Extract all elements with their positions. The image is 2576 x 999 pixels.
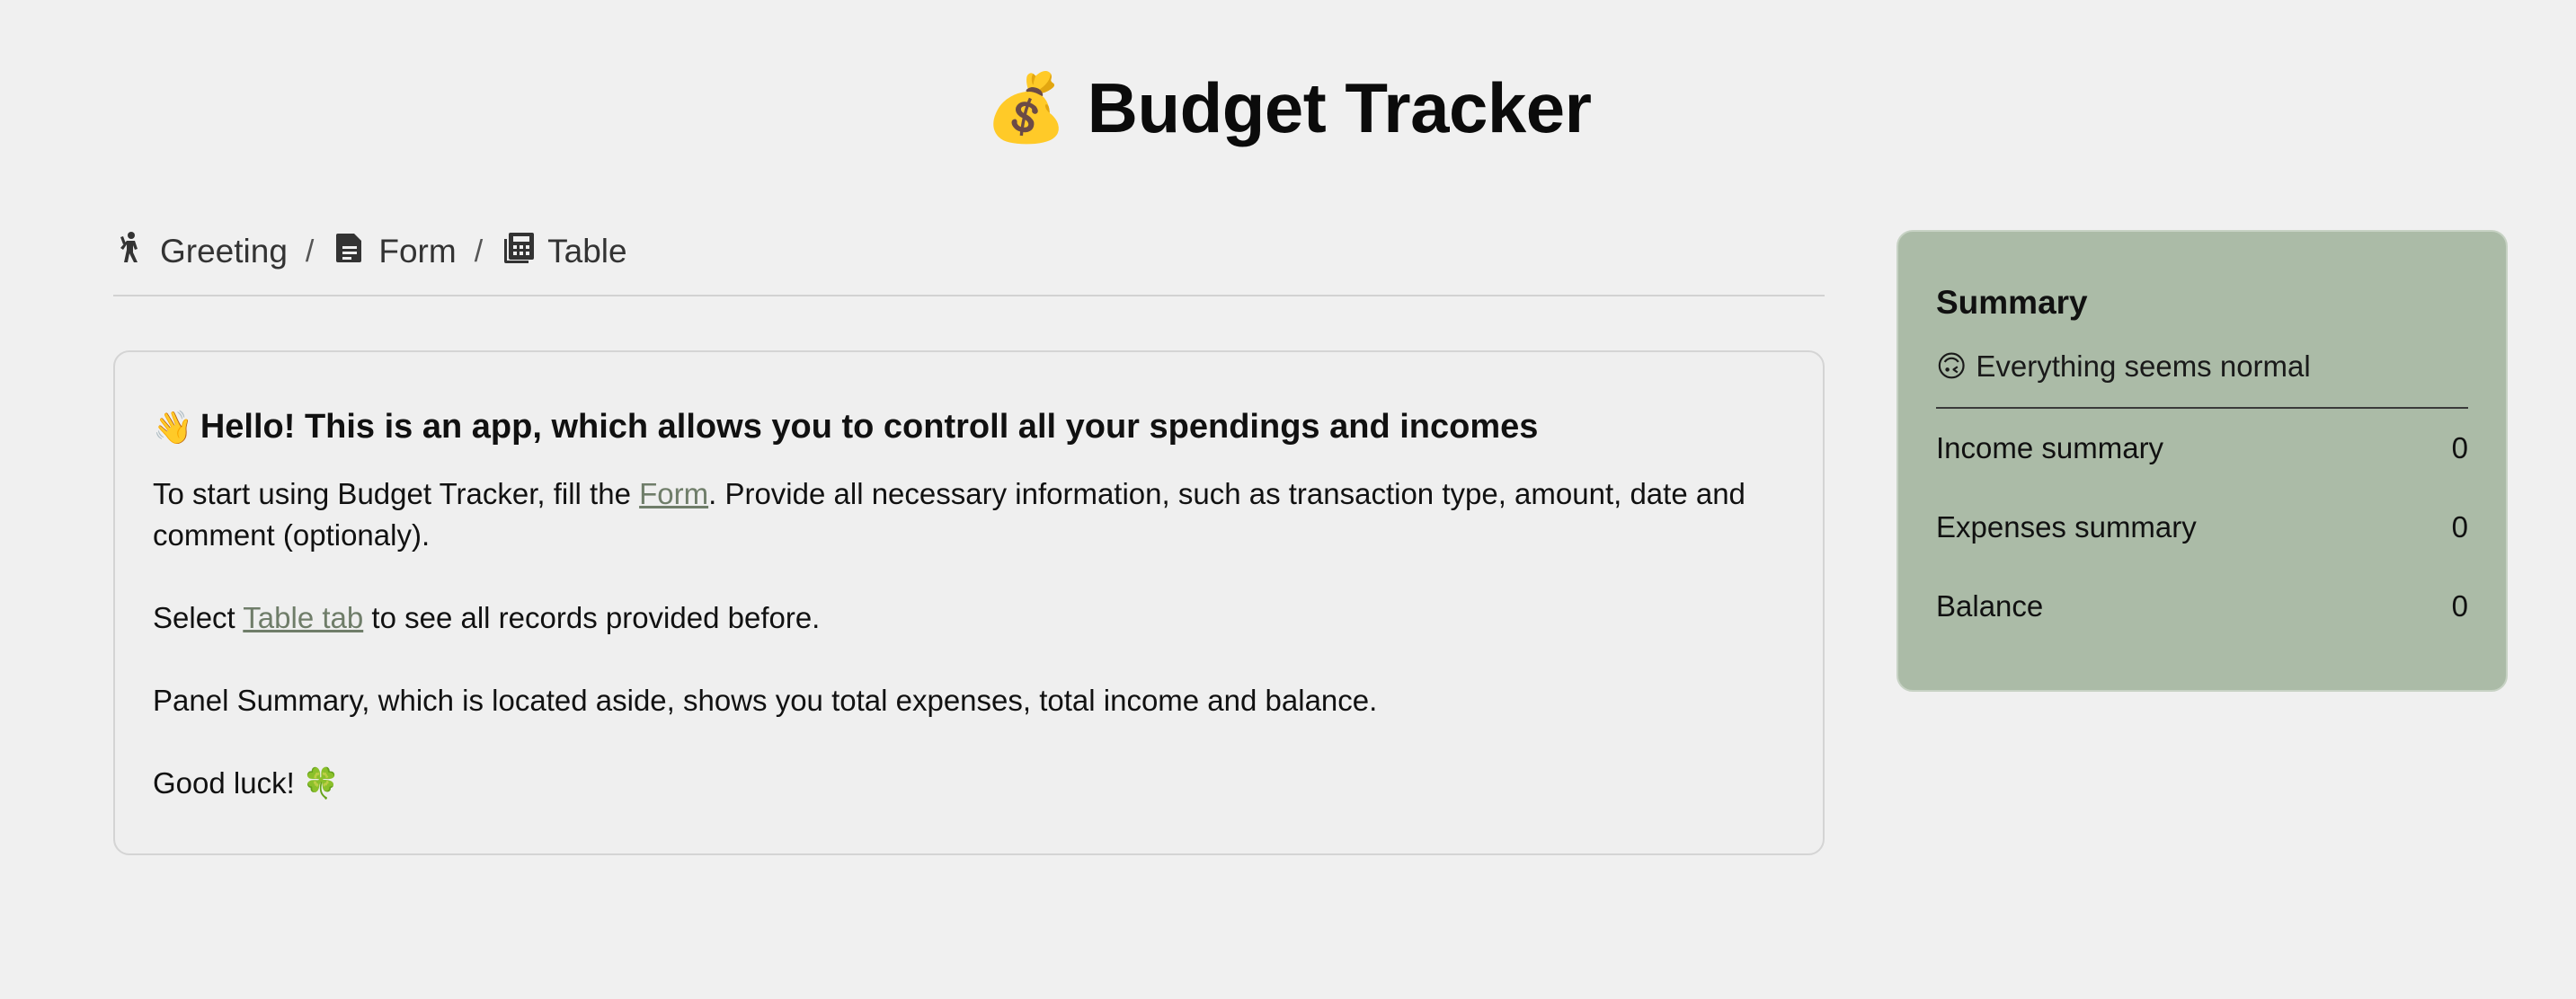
upside-down-face-icon: 🙃 — [1936, 349, 1968, 383]
summary-title: Summary — [1936, 284, 2088, 321]
table-paragraph: Select Table tab to see all records prov… — [153, 597, 1785, 639]
good-luck-paragraph: Good luck! 🍀 — [153, 766, 341, 800]
document-icon — [332, 230, 368, 274]
app-title: Budget Tracker — [1087, 67, 1592, 147]
summary-status-text: Everything seems normal — [1976, 349, 2311, 383]
summary-status: 🙃 Everything seems normal — [1936, 349, 2468, 409]
income-summary-row: Income summary 0 — [1936, 409, 2468, 488]
summary-panel: Summary 🙃 Everything seems normal Income… — [1896, 230, 2508, 692]
table-tab-link[interactable]: Table tab — [243, 601, 363, 634]
money-bag-icon: 💰 — [984, 70, 1068, 145]
breadcrumb-separator: / — [474, 234, 484, 269]
breadcrumb-separator: / — [305, 234, 315, 269]
form-link[interactable]: Form — [639, 477, 708, 510]
tab-greeting-label: Greeting — [160, 233, 288, 270]
tab-table[interactable]: Table — [501, 230, 627, 274]
expenses-summary-label: Expenses summary — [1936, 510, 2197, 544]
table-text: Select — [153, 601, 244, 634]
tab-greeting[interactable]: Greeting — [113, 230, 288, 274]
breadcrumb: Greeting / Form / Table — [113, 221, 1825, 296]
income-summary-label: Income summary — [1936, 431, 2164, 464]
greeting-card: 👋 Hello! This is an app, which allows yo… — [113, 350, 1825, 855]
greeting-heading: 👋 Hello! This is an app, which allows yo… — [153, 408, 1785, 446]
summary-paragraph: Panel Summary, which is located aside, s… — [153, 684, 1378, 717]
tab-form-label: Form — [378, 233, 457, 270]
balance-label: Balance — [1936, 589, 2044, 623]
page: 💰 Budget Tracker Greeting / Form / Table… — [0, 0, 2576, 999]
intro-paragraph: To start using Budget Tracker, fill the … — [153, 473, 1785, 556]
expenses-summary-row: Expenses summary 0 — [1936, 488, 2468, 567]
tab-form[interactable]: Form — [332, 230, 457, 274]
person-walking-icon — [113, 230, 149, 274]
calculator-icon — [501, 230, 537, 274]
tab-table-label: Table — [547, 233, 627, 270]
balance-value: 0 — [2451, 589, 2468, 623]
intro-text: To start using Budget Tracker, fill the — [153, 477, 640, 510]
table-text-rest: to see all records provided before. — [363, 601, 821, 634]
income-summary-value: 0 — [2451, 431, 2468, 464]
balance-row: Balance 0 — [1936, 567, 2468, 646]
app-header: 💰 Budget Tracker — [0, 63, 2576, 153]
waving-hand-icon: 👋 — [153, 408, 193, 446]
expenses-summary-value: 0 — [2451, 510, 2468, 544]
greeting-heading-text: Hello! This is an app, which allows you … — [200, 408, 1539, 446]
